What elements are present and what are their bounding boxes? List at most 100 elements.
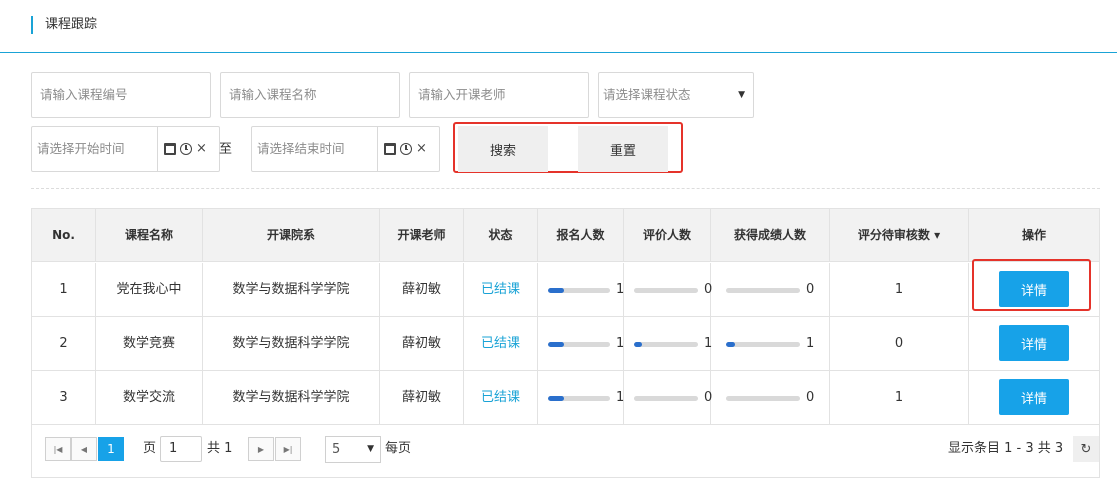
highlight-box-detail	[972, 259, 1091, 311]
table-row: 3 数学交流 数学与数据科学学院 薛初敏 已结课 1 0 0 1 详情	[32, 371, 1099, 425]
cell-graded-value: 0	[806, 282, 815, 297]
range-separator: 至	[219, 142, 233, 157]
end-time-input[interactable]: 请选择结束时间 ×	[251, 126, 440, 172]
cell-rated: 1	[624, 317, 712, 370]
progress-bar	[726, 396, 800, 401]
table-header: No. 课程名称 开课院系 开课老师 状态 报名人数 评价人数 获得成绩人数 评…	[32, 209, 1099, 262]
col-graded: 获得成绩人数	[711, 209, 830, 261]
progress-fill	[548, 342, 564, 347]
next-page-icon[interactable]: ▶	[248, 437, 274, 461]
progress-fill	[548, 288, 564, 293]
cell-course-name: 党在我心中	[96, 263, 203, 316]
page-label: 页	[143, 441, 157, 456]
cell-actions: 详情	[969, 317, 1099, 370]
cell-department: 数学与数据科学学院	[203, 317, 380, 370]
course-no-placeholder: 请输入课程编号	[40, 87, 128, 102]
status-select[interactable]: 请选择课程状态 ▼	[598, 72, 754, 118]
progress-fill	[634, 342, 642, 347]
page-title: 课程跟踪	[45, 17, 98, 32]
progress-bar	[726, 288, 800, 293]
course-no-input[interactable]: 请输入课程编号	[31, 72, 211, 118]
refresh-icon[interactable]: ↻	[1073, 436, 1099, 462]
cell-enrolled: 1	[538, 263, 624, 316]
page-header: 课程跟踪	[0, 0, 1117, 53]
end-time-placeholder: 请选择结束时间	[257, 141, 345, 156]
page-input[interactable]: 1	[160, 436, 202, 462]
cell-pending-review: 1	[830, 263, 969, 316]
teacher-placeholder: 请输入开课老师	[418, 87, 506, 102]
last-page-icon[interactable]: ▶|	[275, 437, 301, 461]
col-teacher: 开课老师	[380, 209, 464, 261]
status-placeholder: 请选择课程状态	[603, 87, 691, 102]
cell-graded-value: 1	[806, 336, 815, 351]
prev-page-icon[interactable]: ◀	[71, 437, 97, 461]
cell-teacher: 薛初敏	[380, 263, 464, 316]
cell-department: 数学与数据科学学院	[203, 263, 380, 316]
cell-enrolled: 1	[538, 371, 624, 424]
cell-pending-review: 1	[830, 371, 969, 424]
course-name-placeholder: 请输入课程名称	[229, 87, 317, 102]
cell-no: 2	[32, 317, 96, 370]
cell-graded: 0	[711, 371, 830, 424]
cell-course-name: 数学交流	[96, 371, 203, 424]
col-enrolled: 报名人数	[538, 209, 624, 261]
start-time-placeholder: 请选择开始时间	[37, 141, 125, 156]
dropdown-caret-icon: ▼	[738, 90, 745, 100]
divider	[31, 188, 1100, 189]
dropdown-caret-icon: ▼	[367, 444, 374, 454]
detail-button[interactable]: 详情	[999, 379, 1069, 415]
progress-bar	[634, 288, 698, 293]
col-course-name: 课程名称	[96, 209, 203, 261]
cell-no: 1	[32, 263, 96, 316]
progress-fill	[726, 342, 735, 347]
clear-icon[interactable]: ×	[196, 142, 207, 155]
progress-bar	[548, 342, 610, 347]
detail-button[interactable]: 详情	[999, 325, 1069, 361]
reset-button[interactable]: 重置	[578, 126, 668, 172]
cell-teacher: 薛初敏	[380, 317, 464, 370]
col-pending-review[interactable]: 评分待审核数 ▾	[830, 209, 969, 261]
col-status: 状态	[464, 209, 538, 261]
col-no: No.	[32, 209, 96, 261]
cell-department: 数学与数据科学学院	[203, 371, 380, 424]
page-size-value: 5	[332, 442, 341, 457]
total-pages: 共 1	[207, 441, 233, 456]
search-button[interactable]: 搜索	[458, 126, 548, 172]
cell-status-link[interactable]: 已结课	[464, 371, 538, 424]
calendar-icon[interactable]	[384, 143, 396, 155]
course-name-input[interactable]: 请输入课程名称	[220, 72, 400, 118]
first-page-icon[interactable]: |◀	[45, 437, 71, 461]
cell-status-link[interactable]: 已结课	[464, 263, 538, 316]
calendar-icon[interactable]	[164, 143, 176, 155]
progress-bar	[548, 288, 610, 293]
course-table: No. 课程名称 开课院系 开课老师 状态 报名人数 评价人数 获得成绩人数 评…	[31, 208, 1100, 478]
clear-icon[interactable]: ×	[416, 142, 427, 155]
cell-enrolled: 1	[538, 317, 624, 370]
cell-graded: 1	[711, 317, 830, 370]
cell-actions: 详情	[969, 371, 1099, 424]
cell-teacher: 薛初敏	[380, 371, 464, 424]
clock-icon[interactable]	[180, 143, 192, 155]
start-time-input[interactable]: 请选择开始时间 ×	[31, 126, 220, 172]
end-time-icons: ×	[377, 127, 439, 171]
progress-bar	[634, 396, 698, 401]
cell-graded: 0	[711, 263, 830, 316]
cell-rated: 0	[624, 263, 712, 316]
pagination-summary: 显示条目 1 - 3 共 3	[948, 441, 1064, 456]
cell-graded-value: 0	[806, 390, 815, 405]
per-page-label: 每页	[385, 441, 412, 456]
cell-no: 3	[32, 371, 96, 424]
page-size-select[interactable]: 5 ▼	[325, 436, 381, 463]
col-rated: 评价人数	[624, 209, 711, 261]
cell-rated: 0	[624, 371, 712, 424]
teacher-input[interactable]: 请输入开课老师	[409, 72, 589, 118]
cell-status-link[interactable]: 已结课	[464, 317, 538, 370]
clock-icon[interactable]	[400, 143, 412, 155]
col-department: 开课院系	[203, 209, 380, 261]
page-1-button[interactable]: 1	[98, 437, 124, 461]
progress-bar	[634, 342, 698, 347]
col-actions: 操作	[1021, 228, 1046, 242]
table-row: 1 党在我心中 数学与数据科学学院 薛初敏 已结课 1 0 0 1 详情	[32, 263, 1099, 317]
progress-fill	[548, 396, 564, 401]
title-accent-bar	[31, 16, 33, 34]
